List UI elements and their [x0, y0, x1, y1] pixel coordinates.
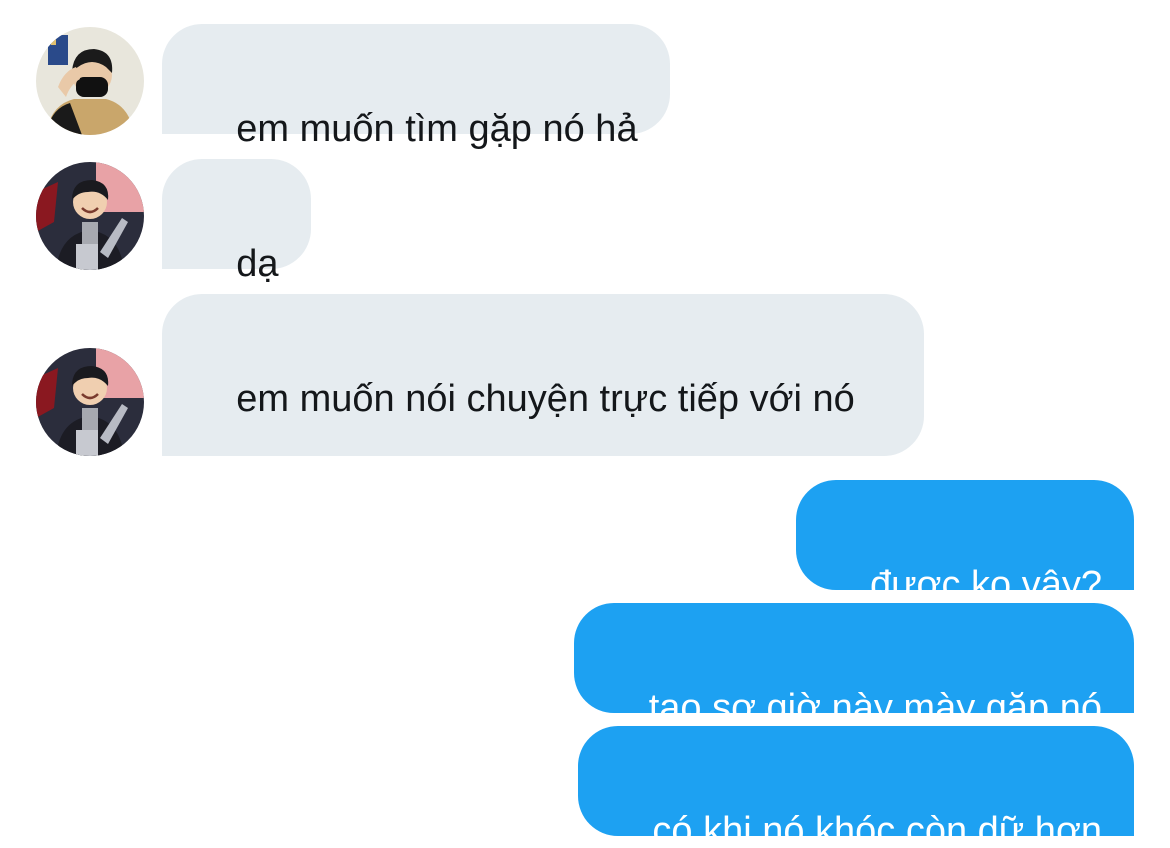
avatar-smiling-person-icon: [36, 162, 144, 270]
sender-avatar[interactable]: [36, 348, 144, 456]
message-bubble-outgoing[interactable]: được ko vậy?: [795, 480, 1134, 606]
message-bubble-incoming[interactable]: em muốn tìm gặp nó hả: [162, 24, 670, 150]
message-bubble-incoming[interactable]: em muốn nói chuyện trực tiếp với nó: [162, 294, 924, 456]
message-bubble-incoming[interactable]: dạ: [162, 159, 311, 285]
message-text: em muốn nói chuyện trực tiếp với nó: [236, 378, 855, 420]
conversation-thread: em muốn tìm gặp nó hả dạ em muốn nói chu…: [0, 0, 1170, 848]
sender-avatar[interactable]: [36, 27, 144, 135]
message-text: được ko vậy?: [869, 564, 1102, 606]
message-text: dạ: [236, 243, 279, 285]
sender-avatar[interactable]: [36, 162, 144, 270]
avatar-masked-person-icon: [36, 27, 144, 135]
message-text: có khi nó khóc còn dữ hơn: [652, 810, 1102, 848]
message-bubble-outgoing[interactable]: có khi nó khóc còn dữ hơn: [578, 726, 1134, 848]
message-text: tao sợ giờ này mày gặp nó: [648, 687, 1102, 729]
avatar-smiling-person-icon: [36, 348, 144, 456]
message-bubble-outgoing[interactable]: tao sợ giờ này mày gặp nó: [574, 603, 1134, 729]
message-text: em muốn tìm gặp nó hả: [236, 108, 638, 150]
